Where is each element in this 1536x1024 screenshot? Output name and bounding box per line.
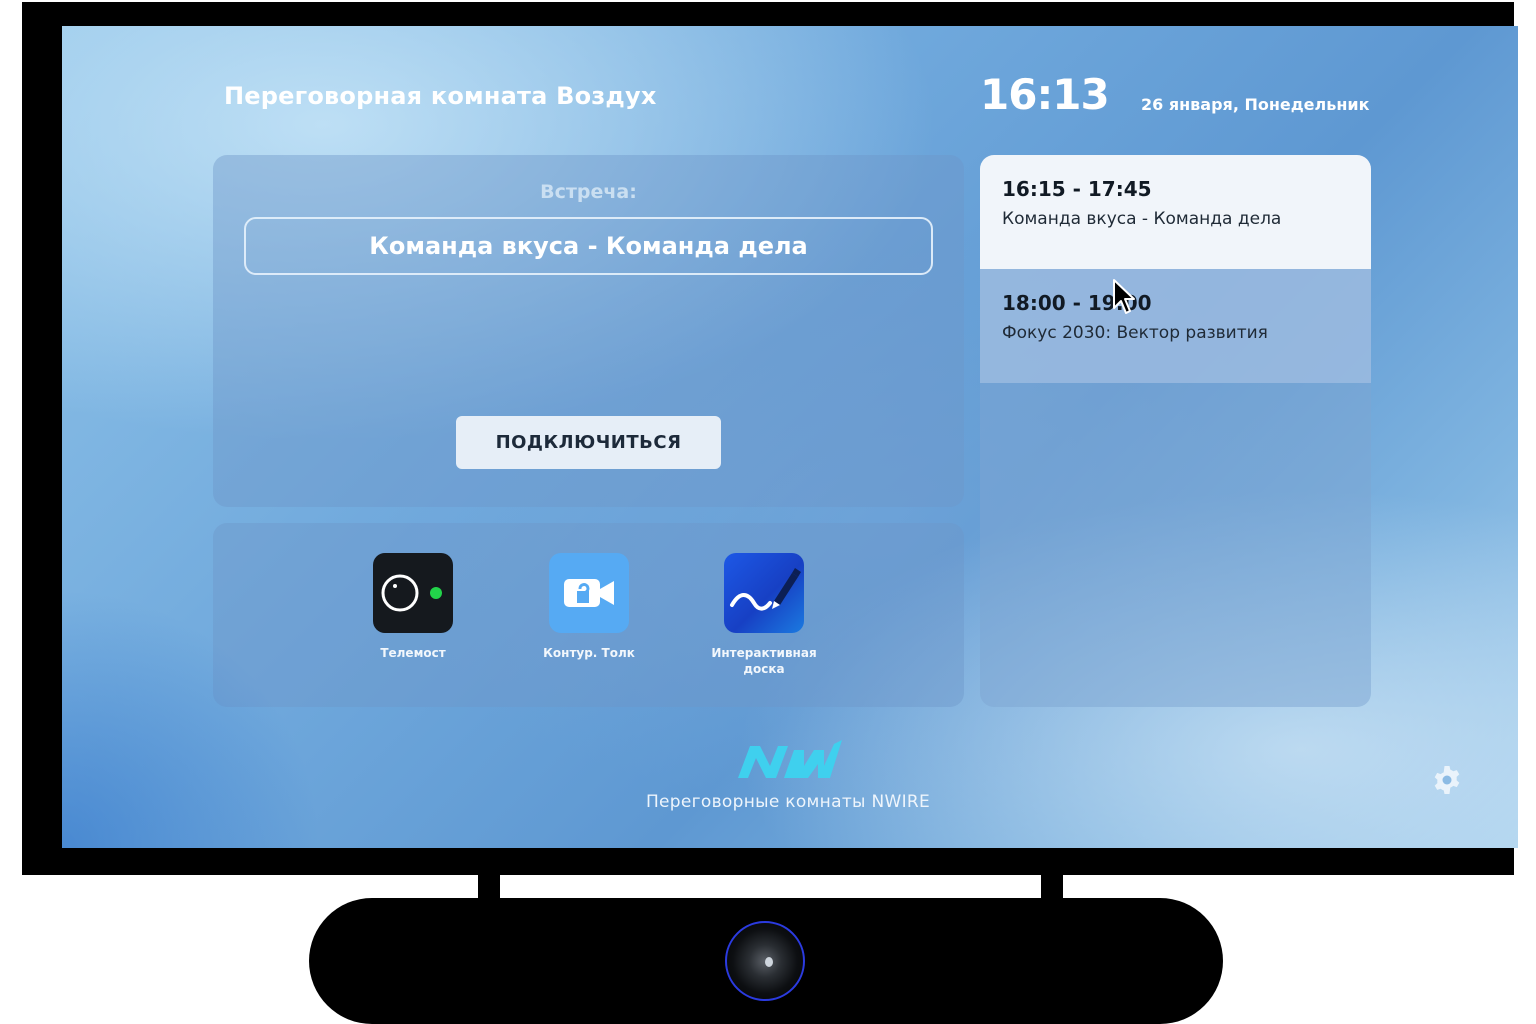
app-label: Интерактивная доска [711, 646, 817, 676]
mouse-pointer-icon [1113, 279, 1135, 314]
nwire-logo: NW [738, 740, 842, 778]
schedule-time: 16:15 - 17:45 [1002, 177, 1152, 201]
app-telemost[interactable]: Телемост [343, 553, 483, 661]
schedule-item-current[interactable]: 16:15 - 17:45 Команда вкуса - Команда де… [980, 155, 1371, 269]
schedule-time: 18:00 - 19:00 [1002, 291, 1152, 315]
schedule-title: Фокус 2030: Вектор развития [1002, 323, 1268, 343]
schedule-item-upcoming[interactable]: 18:00 - 19:00 Фокус 2030: Вектор развити… [980, 269, 1371, 383]
camera-lens-icon [725, 921, 805, 1001]
meeting-name: Команда вкуса - Команда дела [369, 232, 808, 260]
telemost-icon [373, 553, 453, 633]
monitor-frame: Переговорная комната Воздух 16:13 26 янв… [22, 2, 1518, 875]
app-label: Контур. Толк [543, 646, 635, 660]
whiteboard-pen-icon [724, 553, 804, 633]
meeting-caption: Встреча: [540, 181, 637, 203]
clock-date: 26 января, Понедельник [1141, 95, 1370, 114]
room-title: Переговорная комната Воздух [224, 82, 657, 110]
app-label: Телемост [380, 646, 446, 660]
settings-button[interactable] [1431, 764, 1463, 796]
app-kontur-tolk[interactable]: Контур. Толк [519, 553, 659, 661]
clock-time: 16:13 [980, 70, 1110, 119]
room-display-screen: Переговорная комната Воздух 16:13 26 янв… [62, 26, 1518, 848]
video-camera-icon [549, 553, 629, 633]
meeting-panel: Встреча: Команда вкуса - Команда дела ПО… [213, 155, 964, 507]
brand-caption: Переговорные комнаты NWIRE [645, 792, 931, 812]
schedule-panel: 16:15 - 17:45 Команда вкуса - Команда де… [980, 155, 1371, 707]
apps-panel: Телемост Контур. Толк Интерактивная доск… [213, 523, 964, 707]
app-interactive-board[interactable]: Интерактивная доска [694, 553, 834, 677]
meeting-name-box: Команда вкуса - Команда дела [244, 217, 933, 275]
connect-button[interactable]: ПОДКЛЮЧИТЬСЯ [456, 416, 721, 469]
gear-icon [1434, 766, 1460, 794]
schedule-title: Команда вкуса - Команда дела [1002, 209, 1282, 229]
video-bar-device [309, 898, 1223, 1024]
